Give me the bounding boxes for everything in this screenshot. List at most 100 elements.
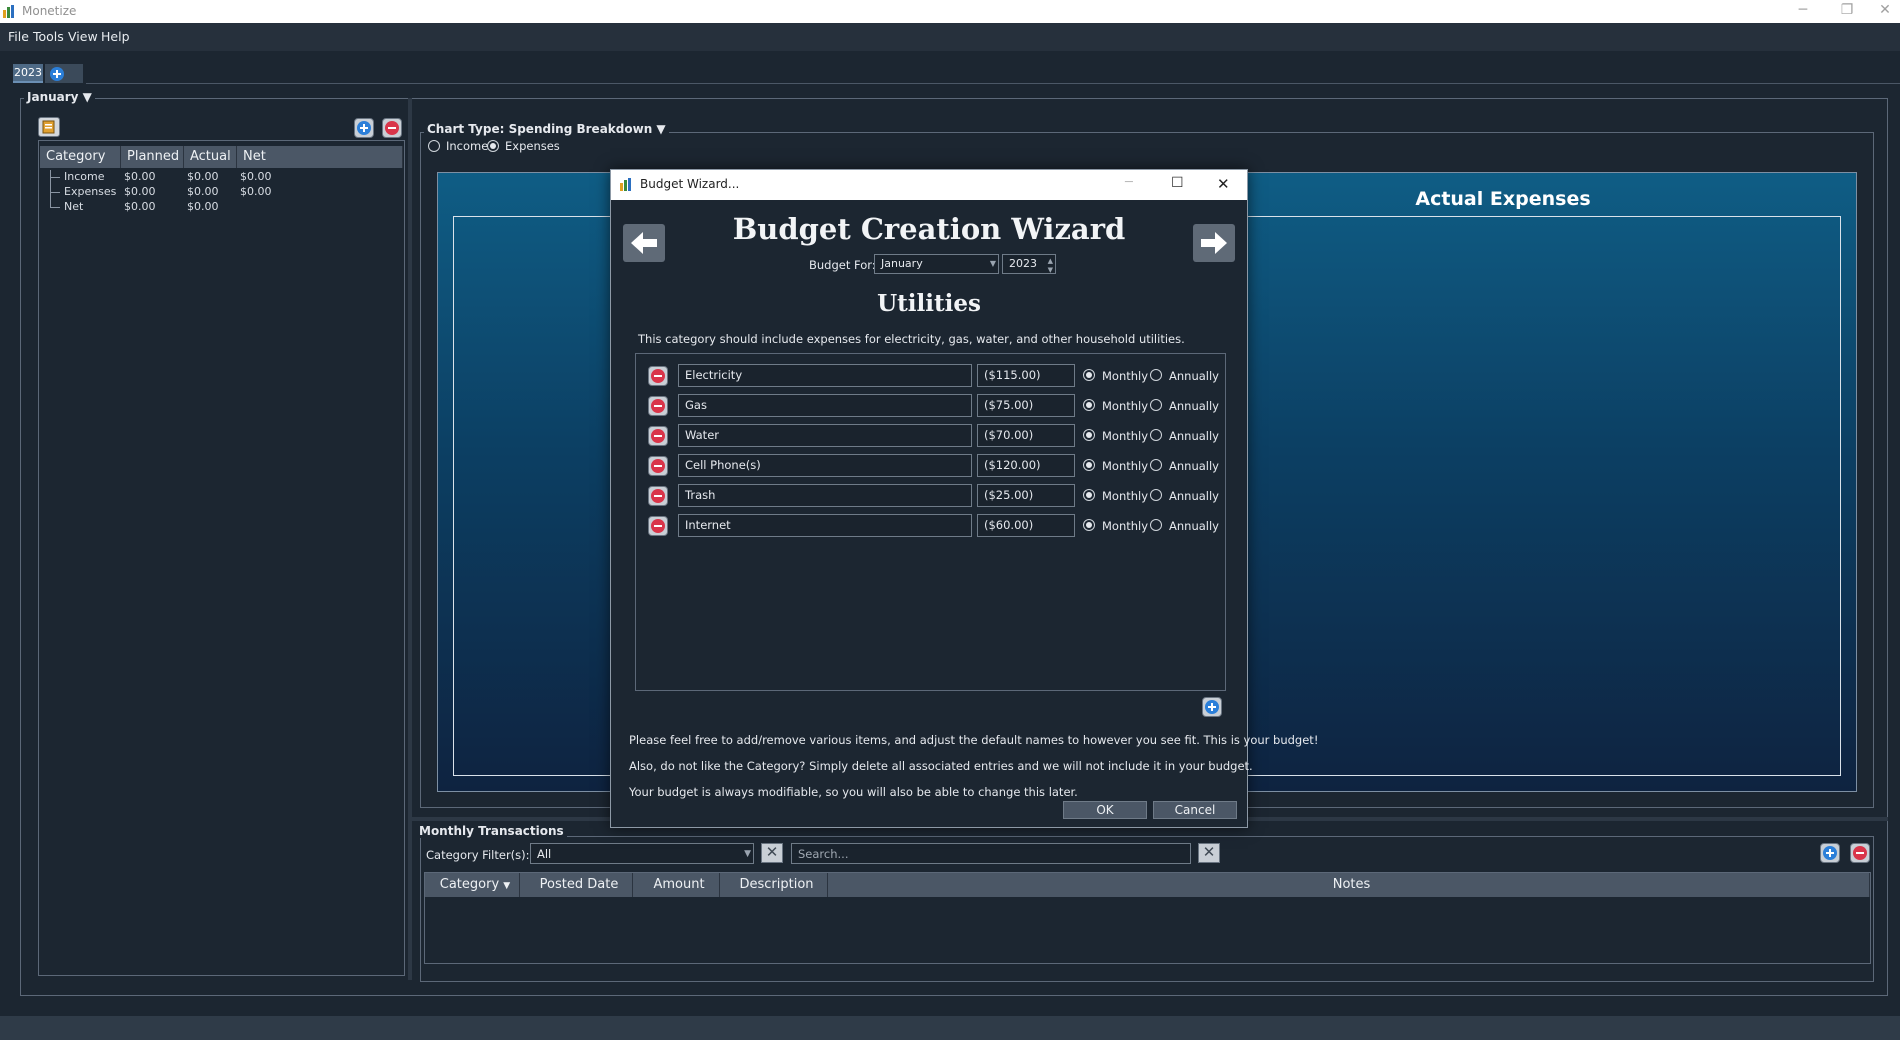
column-header[interactable]: Category: [40, 146, 121, 168]
item-name-input[interactable]: Cell Phone(s): [678, 454, 972, 477]
monthly-radio[interactable]: [1083, 399, 1095, 411]
close-button[interactable]: ✕: [1866, 0, 1900, 23]
tree-row-label[interactable]: Income: [64, 170, 104, 183]
item-amount-input[interactable]: ($115.00): [977, 364, 1075, 387]
monthly-radio-label[interactable]: Monthly: [1102, 399, 1148, 413]
column-header-notes[interactable]: Notes: [828, 873, 1870, 897]
annually-radio[interactable]: [1150, 369, 1162, 381]
ok-button[interactable]: OK: [1063, 801, 1147, 819]
annually-radio-label[interactable]: Annually: [1169, 519, 1219, 533]
add-transaction-button[interactable]: [1820, 843, 1840, 863]
remove-category-button[interactable]: [382, 118, 402, 138]
tree-row-label[interactable]: Expenses: [64, 185, 116, 198]
item-name-input[interactable]: Trash: [678, 484, 972, 507]
clear-search-button[interactable]: ✕: [1198, 843, 1220, 863]
annually-radio-label[interactable]: Annually: [1169, 399, 1219, 413]
menu-file[interactable]: File: [8, 29, 29, 44]
annually-radio-label[interactable]: Annually: [1169, 429, 1219, 443]
tree-row-actual: $0.00: [187, 170, 219, 183]
annually-radio-label[interactable]: Annually: [1169, 459, 1219, 473]
category-description: This category should include expenses fo…: [638, 332, 1185, 346]
add-item-button[interactable]: [1202, 697, 1222, 717]
remove-item-button[interactable]: [648, 366, 668, 386]
monthly-radio-label[interactable]: Monthly: [1102, 519, 1148, 533]
budget-for-label: Budget For:: [809, 258, 876, 272]
item-amount-input[interactable]: ($25.00): [977, 484, 1075, 507]
column-header[interactable]: Planned: [121, 146, 184, 168]
plus-icon: [357, 121, 371, 135]
category-filter-dropdown[interactable]: All ▼: [530, 843, 754, 864]
annually-radio[interactable]: [1150, 429, 1162, 441]
expenses-radio-label[interactable]: Expenses: [505, 139, 560, 153]
item-amount-input[interactable]: ($120.00): [977, 454, 1075, 477]
chevron-down-icon[interactable]: ▼: [1048, 261, 1053, 279]
menu-view[interactable]: View: [68, 29, 98, 44]
tree-row-planned: $0.00: [124, 200, 156, 213]
remove-item-button[interactable]: [648, 516, 668, 536]
income-radio-label[interactable]: Income: [446, 139, 488, 153]
export-button[interactable]: [38, 117, 60, 137]
monthly-radio-label[interactable]: Monthly: [1102, 429, 1148, 443]
add-tab-button[interactable]: [45, 64, 83, 83]
monthly-radio[interactable]: [1083, 459, 1095, 471]
monthly-radio-label[interactable]: Monthly: [1102, 489, 1148, 503]
minimize-button[interactable]: ─: [1784, 0, 1822, 23]
item-amount-input[interactable]: ($70.00): [977, 424, 1075, 447]
monthly-radio[interactable]: [1083, 519, 1095, 531]
splitter-handle[interactable]: [408, 98, 412, 980]
remove-item-button[interactable]: [648, 426, 668, 446]
summary-panel: [38, 140, 405, 976]
annually-radio[interactable]: [1150, 399, 1162, 411]
remove-item-button[interactable]: [648, 396, 668, 416]
remove-item-button[interactable]: [648, 486, 668, 506]
window-title: Monetize: [22, 4, 77, 18]
column-header[interactable]: Actual: [184, 146, 237, 168]
annually-radio-label[interactable]: Annually: [1169, 369, 1219, 383]
item-amount-input[interactable]: ($75.00): [977, 394, 1075, 417]
status-bar: [0, 1016, 1900, 1040]
chart-title: Actual Expenses: [1415, 188, 1591, 210]
item-name-input[interactable]: Electricity: [678, 364, 972, 387]
column-header-amount[interactable]: Amount: [633, 873, 720, 897]
item-name-input[interactable]: Water: [678, 424, 972, 447]
expenses-radio[interactable]: [487, 140, 499, 152]
item-name-input[interactable]: Gas: [678, 394, 972, 417]
dialog-maximize-button[interactable]: ☐: [1171, 175, 1184, 191]
income-radio[interactable]: [428, 140, 440, 152]
monthly-radio-label[interactable]: Monthly: [1102, 459, 1148, 473]
item-amount-input[interactable]: ($60.00): [977, 514, 1075, 537]
document-icon: [42, 120, 55, 134]
clear-filter-button[interactable]: ✕: [761, 843, 783, 863]
annually-radio[interactable]: [1150, 459, 1162, 471]
add-category-button[interactable]: [354, 118, 374, 138]
chart-type-selector[interactable]: Chart Type: Spending Breakdown ▼: [424, 122, 669, 136]
remove-transaction-button[interactable]: [1850, 843, 1870, 863]
dialog-close-button[interactable]: ✕: [1217, 175, 1230, 193]
restore-button[interactable]: ❐: [1828, 0, 1866, 23]
monthly-radio[interactable]: [1083, 429, 1095, 441]
column-header-description[interactable]: Description: [720, 873, 828, 897]
annually-radio-label[interactable]: Annually: [1169, 489, 1219, 503]
year-spinbox[interactable]: 2023 ▲ ▼: [1002, 254, 1056, 274]
month-dropdown[interactable]: January ▼: [874, 254, 999, 274]
menu-help[interactable]: Help: [101, 29, 130, 44]
cancel-button[interactable]: Cancel: [1153, 801, 1237, 819]
category-filter-label: Category Filter(s):: [426, 848, 530, 862]
monthly-radio-label[interactable]: Monthly: [1102, 369, 1148, 383]
tree-row-label[interactable]: Net: [64, 200, 83, 213]
monthly-radio[interactable]: [1083, 489, 1095, 501]
tab-year[interactable]: 2023: [13, 64, 43, 83]
column-header[interactable]: Net: [237, 146, 403, 168]
search-input[interactable]: Search...: [791, 843, 1191, 864]
annually-radio[interactable]: [1150, 489, 1162, 501]
annually-radio[interactable]: [1150, 519, 1162, 531]
menu-tools[interactable]: Tools: [33, 29, 64, 44]
column-header-posted-date[interactable]: Posted Date: [520, 873, 633, 897]
tree-line: [50, 177, 60, 178]
monthly-radio[interactable]: [1083, 369, 1095, 381]
item-name-input[interactable]: Internet: [678, 514, 972, 537]
column-header-category[interactable]: Category ▼: [425, 873, 520, 897]
month-selector[interactable]: January ▼: [24, 90, 95, 104]
remove-item-button[interactable]: [648, 456, 668, 476]
dialog-minimize-button[interactable]: ─: [1125, 175, 1133, 190]
